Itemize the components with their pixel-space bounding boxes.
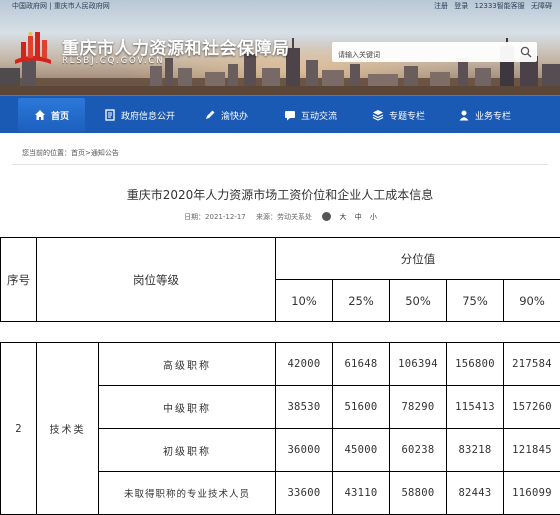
article-date: 日期：2021-12-17 (184, 213, 246, 221)
value-cell: 61648 (332, 342, 390, 386)
nav-item-topics[interactable]: 专题专栏 (372, 96, 425, 134)
value-cell: 36000 (275, 428, 333, 472)
register-link[interactable]: 注册 (434, 2, 448, 10)
bureau-emblem-icon[interactable] (13, 30, 53, 66)
rank-cell: 初级职称 (98, 428, 276, 472)
nav-label: 首页 (51, 111, 70, 122)
header-p50: 50% (389, 279, 447, 322)
chat-icon (285, 111, 295, 121)
table-gap (0, 325, 560, 342)
value-cell: 115413 (446, 385, 504, 429)
nav-item-yukuaiban[interactable]: 渝快办 (204, 96, 248, 134)
search-input[interactable] (332, 45, 512, 65)
value-cell: 82443 (446, 471, 504, 515)
user-icon (459, 110, 469, 121)
value-cell: 42000 (275, 342, 333, 386)
value-cell: 121845 (503, 428, 560, 472)
value-cell: 78290 (389, 385, 447, 429)
search-box (332, 42, 537, 65)
value-cell: 45000 (332, 428, 390, 472)
divider (12, 164, 548, 165)
link-gov-cn[interactable]: 中国政府网 (12, 2, 47, 10)
article-source: 来源：劳动关系处 (255, 213, 312, 221)
rank-cell: 中级职称 (98, 385, 276, 429)
value-cell: 60238 (389, 428, 447, 472)
rank-cell: 未取得职称的专业技术人员 (98, 471, 276, 515)
value-cell: 106394 (389, 342, 447, 386)
nav-label: 业务专栏 (475, 111, 512, 122)
font-size-small[interactable]: 小 (370, 213, 377, 221)
main-nav: 首页 政府信息公开 渝快办 互动交流 专题专栏 业务专栏 (0, 95, 560, 133)
value-cell: 156800 (446, 342, 504, 386)
article-meta: 日期：2021-12-17 来源：劳动关系处 大 中 小 (0, 212, 560, 222)
nav-item-business[interactable]: 业务专栏 (458, 96, 511, 134)
value-cell: 38530 (275, 385, 333, 429)
breadcrumb[interactable]: 您当前的位置：首页>通知公告 (22, 148, 119, 158)
document-icon (105, 109, 115, 121)
header-p75: 75% (446, 279, 504, 322)
home-icon (35, 110, 45, 120)
value-cell: 116099 (503, 471, 560, 515)
nav-label: 互动交流 (301, 111, 338, 122)
value-cell: 33600 (275, 471, 333, 515)
header-position: 岗位等级 (36, 237, 276, 322)
header-p25: 25% (332, 279, 390, 322)
font-size-medium[interactable]: 中 (355, 213, 362, 221)
pencil-icon (206, 110, 215, 119)
header-percentile-group: 分位值 (274, 237, 560, 280)
link-cq-gov[interactable]: 重庆市人民政府网 (47, 2, 110, 10)
value-cell: 83218 (446, 428, 504, 472)
value-cell: 58800 (389, 471, 447, 515)
nav-label: 渝快办 (221, 111, 249, 122)
top-utility-bar: 中国政府网重庆市人民政府网 注册 登录 12333智能客服 无障碍 (0, 0, 560, 13)
article-title: 重庆市2020年人力资源市场工资价位和企业人工成本信息 (126, 188, 434, 202)
header-p90: 90% (502, 279, 560, 322)
nav-label: 政府信息公开 (121, 111, 176, 122)
font-size-large[interactable]: 大 (339, 213, 346, 221)
nav-item-interaction[interactable]: 互动交流 (284, 96, 337, 134)
row-seq: 2 (0, 342, 37, 515)
nav-item-gov-info[interactable]: 政府信息公开 (104, 96, 175, 134)
search-icon[interactable] (520, 46, 532, 58)
accessibility-link[interactable]: 无障碍 (531, 2, 552, 10)
table-row: 2 技术类 高级职称 42000 61648 106394 156800 217… (0, 342, 560, 515)
value-cell: 157260 (503, 385, 560, 429)
login-link[interactable]: 登录 (454, 2, 468, 10)
value-cell: 43110 (332, 471, 390, 515)
layers-icon (372, 110, 384, 121)
wage-table-body: 2 技术类 高级职称 42000 61648 106394 156800 217… (0, 342, 560, 515)
header-seq: 序号 (0, 237, 37, 322)
nav-item-home[interactable]: 首页 (18, 98, 86, 132)
speaker-icon[interactable] (322, 212, 332, 221)
smart-service-link[interactable]: 12333智能客服 (474, 2, 524, 10)
header-banner: 中国政府网重庆市人民政府网 注册 登录 12333智能客服 无障碍 重庆市人力资… (0, 0, 560, 95)
row-category: 技术类 (36, 342, 99, 515)
value-cell: 51600 (332, 385, 390, 429)
nav-label: 专题专栏 (389, 111, 426, 122)
site-domain: RLSBJ.CQ.GOV.CN (62, 56, 165, 66)
rank-cell: 高级职称 (98, 342, 276, 386)
header-p10: 10% (275, 279, 333, 322)
value-cell: 217584 (503, 342, 560, 386)
wage-table-header: 序号 岗位等级 分位值 10% 25% 50% 75% 90% (0, 237, 560, 322)
